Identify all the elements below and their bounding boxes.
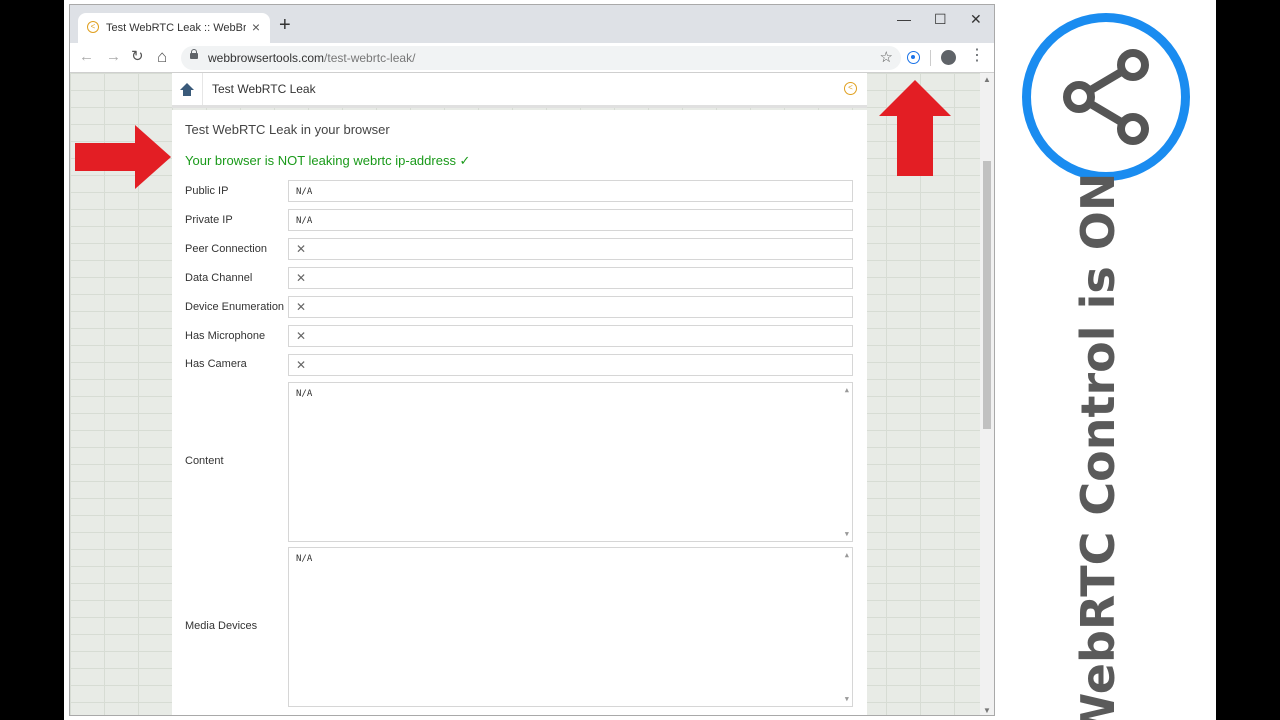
browser-window: < Test WebRTC Leak :: WebBrowser × + — ☐… [69,4,995,716]
url-text: webbrowsertools.com/test-webrtc-leak/ [208,51,415,65]
home-button[interactable]: ⌂ [157,48,167,66]
row-label-has-camera: Has Camera [185,358,247,370]
site-logo-icon[interactable]: < [844,82,857,95]
bookmark-star-icon[interactable]: ☆ [880,48,893,66]
row-label-media-devices: Media Devices [185,620,258,632]
site-favicon-icon: < [87,21,99,33]
url-host: webbrowsertools.com [208,51,325,65]
reload-button[interactable]: ↻ [131,48,144,66]
share-badge [1022,13,1190,181]
webrtc-extension-icon[interactable] [907,51,920,64]
home-icon [180,83,194,96]
scroll-down-icon[interactable]: ▼ [845,695,849,703]
public-ip-field[interactable]: N/A [288,180,853,202]
share-icon [1063,49,1149,145]
scroll-up-icon[interactable]: ▲ [983,75,991,84]
scroll-up-icon[interactable]: ▲ [845,551,849,559]
maximize-button[interactable]: ☐ [934,11,947,28]
leak-status: Your browser is NOT leaking webrtc ip-ad… [185,153,471,168]
card-title: Test WebRTC Leak in your browser [185,122,390,137]
webrtc-caption: WebRTC Control is ON [1070,173,1126,720]
red-arrow-up-icon [879,80,951,176]
scroll-down-icon[interactable]: ▼ [983,706,991,715]
media-devices-textarea[interactable]: N/A ▲ ▼ [288,547,853,707]
close-window-button[interactable]: ✕ [970,11,982,28]
row-label-has-microphone: Has Microphone [185,330,266,342]
profile-icon[interactable] [941,50,956,65]
tab-close-icon[interactable]: × [252,19,260,35]
site-header: Test WebRTC Leak < [172,73,867,108]
scrollbar-thumb[interactable] [983,161,991,429]
device-enumeration-field[interactable]: ✕ [288,296,853,318]
scroll-up-icon[interactable]: ▲ [845,386,849,394]
forward-button[interactable]: → [106,48,121,66]
new-tab-button[interactable]: + [279,15,291,35]
content-value: N/A [296,389,313,399]
caption-text: WebRTC Control is ON [1071,172,1125,720]
extension-dot [911,55,915,59]
toolbar-separator [930,50,931,66]
private-ip-field[interactable]: N/A [288,209,853,231]
menu-icon[interactable]: ⋮ [969,48,985,64]
data-channel-field[interactable]: ✕ [288,267,853,289]
media-devices-value: N/A [296,554,313,564]
site-home-button[interactable] [172,73,203,105]
address-bar[interactable]: webbrowsertools.com/test-webrtc-leak/ ☆ [181,46,901,70]
row-label-peer-connection: Peer Connection [185,243,267,255]
page-scrollbar[interactable]: ▲ ▼ [980,73,994,715]
active-tab[interactable]: < Test WebRTC Leak :: WebBrowser × [78,13,270,43]
peer-connection-field[interactable]: ✕ [288,238,853,260]
url-path: /test-webrtc-leak/ [324,51,416,65]
page-viewport: Test WebRTC Leak < Test WebRTC Leak in y… [70,73,980,715]
content-textarea[interactable]: N/A ▲ ▼ [288,382,853,542]
back-button[interactable]: ← [79,48,94,66]
lock-icon [190,49,198,59]
row-label-content: Content [185,455,224,467]
scroll-down-icon[interactable]: ▼ [845,530,849,538]
result-card: Test WebRTC Leak in your browser Your br… [172,110,867,715]
row-label-private-ip: Private IP [185,214,233,226]
has-microphone-field[interactable]: ✕ [288,325,853,347]
row-label-device-enumeration: Device Enumeration [185,301,285,313]
slide: < Test WebRTC Leak :: WebBrowser × + — ☐… [64,0,1216,720]
red-arrow-right-icon [75,125,171,189]
row-label-public-ip: Public IP [185,185,229,197]
tab-title: Test WebRTC Leak :: WebBrowser [106,22,246,34]
row-label-data-channel: Data Channel [185,272,253,284]
tab-bar: < Test WebRTC Leak :: WebBrowser × + — ☐… [70,5,994,43]
minimize-button[interactable]: — [897,11,911,27]
browser-toolbar: ← → ↻ ⌂ webbrowsertools.com/test-webrtc-… [70,43,994,73]
site-header-title: Test WebRTC Leak [212,82,316,96]
has-camera-field[interactable]: ✕ [288,354,853,376]
